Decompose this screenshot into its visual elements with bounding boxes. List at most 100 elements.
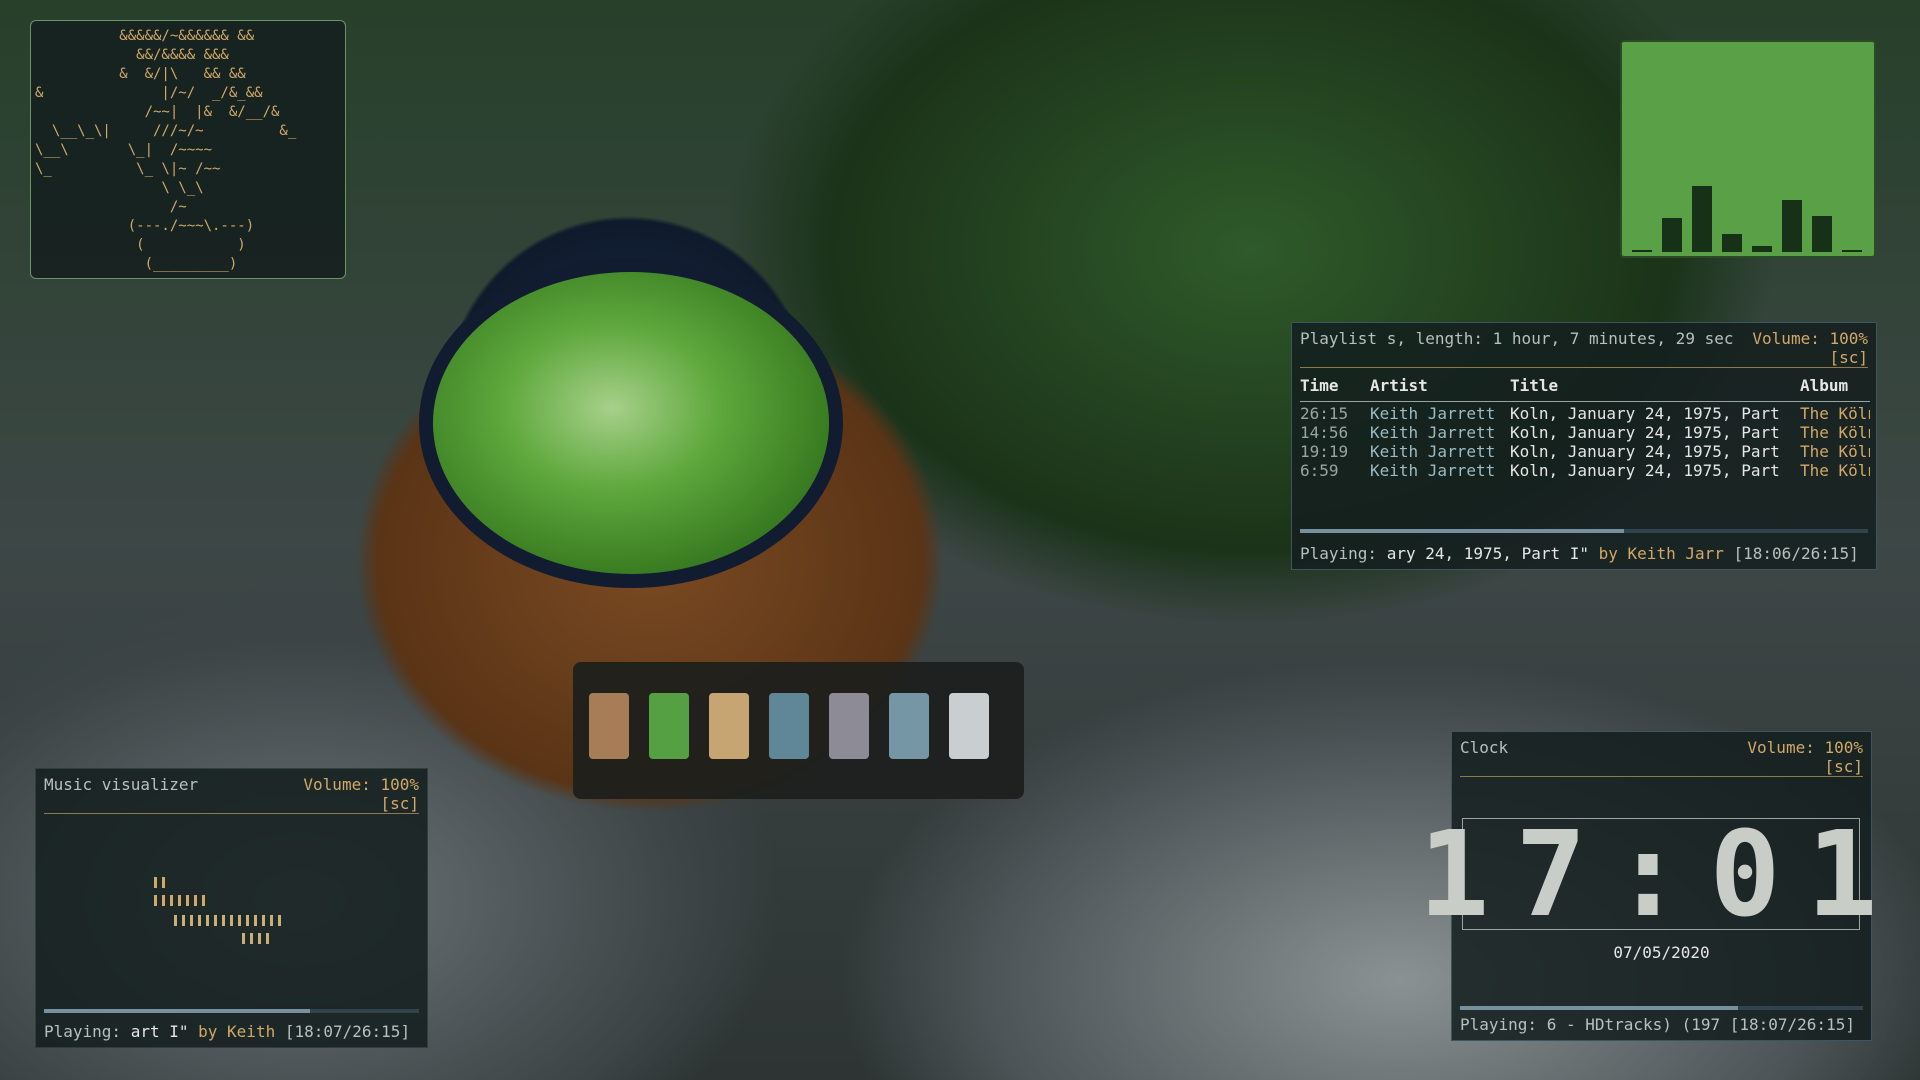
- wallpaper-matcha-bowl: [433, 272, 829, 574]
- screen-tag: [sc]: [380, 794, 419, 813]
- bar-graph-bar: [1842, 250, 1862, 252]
- color-swatch: [889, 693, 929, 759]
- playing-artist: by Keith: [198, 1022, 276, 1041]
- spectrum-bar: [202, 895, 205, 906]
- column-header-album[interactable]: Album: [1800, 368, 1870, 402]
- spectrum-bar: [230, 915, 233, 926]
- clock-title: Clock: [1460, 738, 1509, 757]
- spectrum-bar: [162, 895, 165, 906]
- now-playing-line: Playing: 6 - HDtracks) (197 [18:07/26:15…: [1460, 1015, 1863, 1034]
- visualizer-header: Music visualizer Volume: 100%: [36, 769, 427, 794]
- spectrum-bar: [266, 933, 269, 944]
- ascii-art: &&&&&/~&&&&&& && &&/&&&& &&& & &/|\ && &…: [35, 28, 297, 272]
- color-swatch: [649, 693, 689, 759]
- bar-graph-bar: [1722, 234, 1742, 252]
- table-row[interactable]: 19:19 Keith Jarrett Koln, January 24, 19…: [1300, 442, 1870, 461]
- playing-label: Playing:: [1300, 544, 1378, 563]
- spectrum-bar: [154, 877, 157, 888]
- bar-graph-bar: [1752, 246, 1772, 252]
- music-visualizer-window[interactable]: Music visualizer Volume: 100% [sc] Playi…: [35, 768, 428, 1048]
- progress-fill: [1300, 529, 1624, 533]
- track-title: Koln, January 24, 1975, Part: [1510, 404, 1780, 423]
- table-row[interactable]: 26:15 Keith Jarrett Koln, January 24, 19…: [1300, 404, 1870, 423]
- now-playing-line: Playing: art I" by Keith [18:07/26:15]: [44, 1022, 419, 1041]
- spectrum-bar: [190, 915, 193, 926]
- ascii-art-widget: &&&&&/~&&&&&& && &&/&&&& &&& & &/|\ && &…: [30, 20, 346, 279]
- spectrum-bar: [154, 895, 157, 906]
- clock-time: 17:01: [1418, 805, 1904, 943]
- spectrum-bar: [278, 915, 281, 926]
- spectrum-bar: [186, 895, 189, 906]
- track-artist: Keith Jarrett: [1370, 461, 1496, 480]
- playlist-length: Playlist s, length: 1 hour, 7 minutes, 2…: [1300, 329, 1734, 348]
- spectrum-bar: [182, 915, 185, 926]
- color-swatch: [829, 693, 869, 759]
- playback-progress-bar[interactable]: [44, 1009, 419, 1013]
- playback-progress-bar[interactable]: [1300, 529, 1868, 533]
- column-header-title[interactable]: Title: [1510, 368, 1800, 402]
- spectrum-bar: [178, 895, 181, 906]
- color-swatch: [769, 693, 809, 759]
- clock-window[interactable]: Clock Volume: 100% [sc] 17:01 07/05/2020…: [1418, 731, 1878, 1041]
- track-album: The Köln: [1800, 404, 1870, 423]
- spectrum-bar: [206, 915, 209, 926]
- volume-indicator: Volume: 100%: [1752, 329, 1868, 348]
- track-title: Koln, January 24, 1975, Part: [1510, 461, 1780, 480]
- divider: [1460, 776, 1863, 777]
- clock-date: 07/05/2020: [1613, 943, 1710, 962]
- now-playing-line: Playing: ary 24, 1975, Part I" by Keith …: [1300, 544, 1868, 563]
- playing-time: [18:07/26:15]: [284, 1022, 411, 1041]
- spectrum-bar: [270, 915, 273, 926]
- playing-time: [18:07/26:15]: [1729, 1015, 1855, 1034]
- spectrum-bar: [250, 933, 253, 944]
- spectrum-bar: [246, 915, 249, 926]
- bar-graph-bar: [1662, 218, 1682, 252]
- track-album: The Köln: [1800, 461, 1870, 480]
- playing-label: Playing:: [44, 1022, 122, 1041]
- progress-fill: [44, 1009, 311, 1013]
- playlist-table: Time Artist Title Album 26:15 Keith Jarr…: [1300, 368, 1870, 480]
- divider: [44, 813, 419, 814]
- volume-indicator: Volume: 100%: [1747, 738, 1863, 757]
- color-palette-widget: [573, 662, 1024, 799]
- volume-indicator: Volume: 100%: [303, 775, 419, 794]
- visualizer-title: Music visualizer: [44, 775, 199, 794]
- playing-title: art I": [130, 1022, 189, 1041]
- playing-time: [18:06/26:15]: [1733, 544, 1859, 563]
- playback-progress-bar[interactable]: [1460, 1006, 1863, 1010]
- playing-title: ary 24, 1975, Part I": [1386, 544, 1589, 563]
- color-swatch: [949, 693, 989, 759]
- track-album: The Köln: [1800, 442, 1870, 461]
- track-title: Koln, January 24, 1975, Part: [1510, 442, 1780, 461]
- clock-face: 17:01: [1418, 815, 1877, 933]
- track-album: The Köln: [1800, 423, 1870, 442]
- table-row[interactable]: 14:56 Keith Jarrett Koln, January 24, 19…: [1300, 423, 1870, 442]
- spectrum-bar: [162, 877, 165, 888]
- bar-graph-bar: [1692, 186, 1712, 252]
- column-header-time[interactable]: Time: [1300, 368, 1370, 402]
- track-time: 6:59: [1300, 461, 1339, 480]
- track-artist: Keith Jarrett: [1370, 423, 1496, 442]
- spectrum-bar: [258, 933, 261, 944]
- table-row[interactable]: 6:59 Keith Jarrett Koln, January 24, 197…: [1300, 461, 1870, 480]
- spectrum-bar: [262, 915, 265, 926]
- spectrum-bar: [198, 915, 201, 926]
- spectrum-bar: [222, 915, 225, 926]
- spectrum-bar: [242, 933, 245, 944]
- bar-graph-bar: [1812, 216, 1832, 252]
- color-swatch: [709, 693, 749, 759]
- spectrum-bar: [238, 915, 241, 926]
- column-header-artist[interactable]: Artist: [1370, 368, 1510, 402]
- playlist-window[interactable]: Playlist s, length: 1 hour, 7 minutes, 2…: [1291, 322, 1877, 570]
- track-time: 26:15: [1300, 404, 1349, 423]
- screen-tag: [sc]: [1829, 348, 1868, 367]
- spectrum-bar: [174, 915, 177, 926]
- clock-header: Clock Volume: 100%: [1452, 732, 1871, 757]
- color-swatch: [589, 693, 629, 759]
- bar-graph-widget: [1620, 40, 1876, 258]
- bar-graph-bar: [1782, 200, 1802, 252]
- track-time: 19:19: [1300, 442, 1349, 461]
- track-artist: Keith Jarrett: [1370, 404, 1496, 423]
- track-title: Koln, January 24, 1975, Part: [1510, 423, 1780, 442]
- playing-label: Playing:: [1460, 1015, 1538, 1034]
